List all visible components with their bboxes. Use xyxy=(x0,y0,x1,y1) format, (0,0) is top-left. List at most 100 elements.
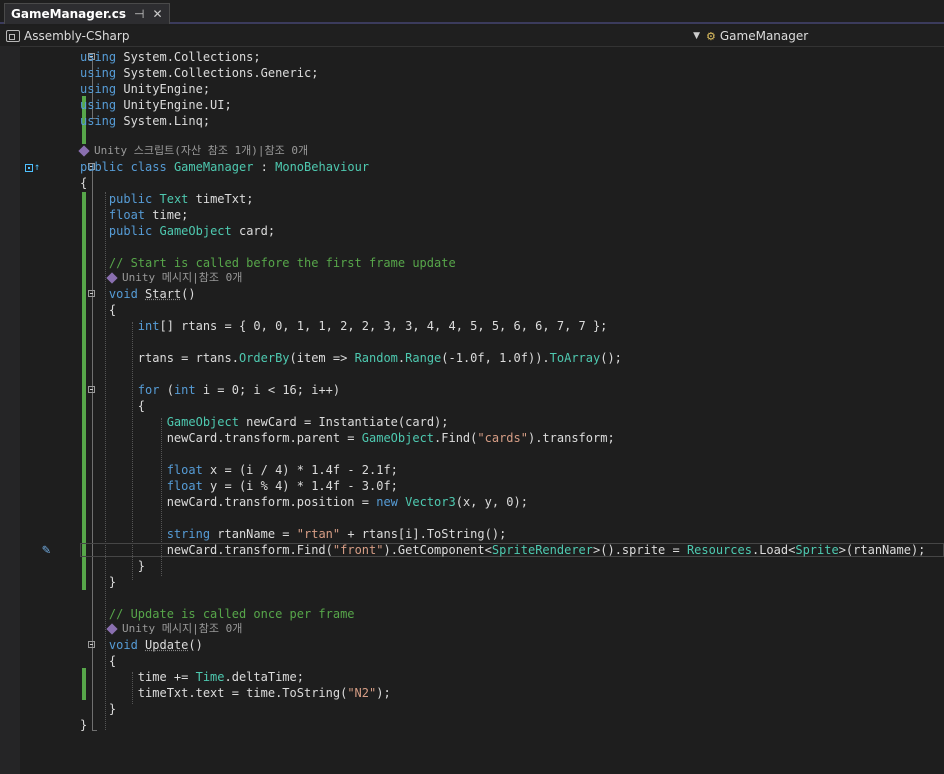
code-line[interactable]: using System.Collections; xyxy=(80,49,261,65)
code-line[interactable]: float y = (i % 4) * 1.4f - 3.0f; xyxy=(80,478,398,494)
code-line[interactable]: int[] rtans = { 0, 0, 1, 1, 2, 2, 3, 3, … xyxy=(80,318,608,334)
chevron-down-icon[interactable]: ▼ xyxy=(693,28,700,44)
code-line-current[interactable]: newCard.transform.Find("front").GetCompo… xyxy=(80,542,926,558)
keyword: class xyxy=(130,160,167,174)
code-line[interactable]: } xyxy=(80,574,116,590)
class-icon: ⚙ xyxy=(706,29,716,43)
navigation-bar: Assembly-CSharp ▼ ⚙ GameManager xyxy=(0,26,944,47)
code-line[interactable]: { xyxy=(80,175,87,191)
code-line[interactable]: using System.Linq; xyxy=(80,113,210,129)
code-line[interactable]: float x = (i / 4) * 1.4f - 2.1f; xyxy=(80,462,398,478)
keyword: string xyxy=(166,527,211,541)
type-name: SpriteRenderer xyxy=(491,543,594,557)
code-line[interactable]: void Update() xyxy=(80,637,203,653)
keyword: int xyxy=(137,319,160,333)
code-text: { xyxy=(80,654,117,668)
pin-icon[interactable]: ⊣ xyxy=(134,7,144,21)
code-line[interactable]: using System.Collections.Generic; xyxy=(80,65,318,81)
code-text: + rtans[i]. xyxy=(340,527,427,541)
code-text: (item => xyxy=(289,351,355,365)
code-text: newCard.transform. xyxy=(80,543,297,557)
implementation-indicator[interactable]: ↑ xyxy=(25,163,40,173)
code-text: } xyxy=(80,702,117,716)
code-line[interactable]: timeTxt.text = time.ToString("N2"); xyxy=(80,685,391,701)
project-label: Assembly-CSharp xyxy=(24,29,130,43)
code-line[interactable]: rtans = rtans.OrderBy(item => Random.Ran… xyxy=(80,350,622,366)
code-line[interactable]: time += Time.deltaTime; xyxy=(80,669,304,685)
codelens-text: Unity 스크립트(자산 참조 1개)|참조 0개 xyxy=(94,144,309,157)
code-text: time += xyxy=(80,670,196,684)
project-dropdown[interactable]: Assembly-CSharp ▼ xyxy=(6,28,702,44)
type-name: Resources xyxy=(686,543,752,557)
code-editor[interactable]: using System.Collections; using System.C… xyxy=(20,46,944,774)
code-comment[interactable]: // Start is called before the first fram… xyxy=(80,255,456,271)
code-line[interactable]: { xyxy=(80,302,116,318)
type-name: MonoBehaviour xyxy=(275,160,370,174)
method-name: ToString xyxy=(282,686,341,700)
code-text: i = 0; i < 16; i++) xyxy=(195,383,341,397)
unity-icon xyxy=(106,623,118,635)
code-text: >().sprite = xyxy=(593,543,687,557)
code-line[interactable]: { xyxy=(80,653,116,669)
code-line[interactable]: } xyxy=(80,558,145,574)
code-line[interactable]: public Text timeTxt; xyxy=(80,191,254,207)
code-line[interactable]: { xyxy=(80,398,145,414)
type-name: Sprite xyxy=(795,543,839,557)
code-line[interactable]: for (int i = 0; i < 16; i++) xyxy=(80,382,340,398)
unity-icon xyxy=(106,272,118,284)
code-line[interactable]: } xyxy=(80,701,116,717)
keyword: new xyxy=(376,495,398,509)
code-text: card; xyxy=(231,224,276,238)
type-name: Random xyxy=(354,351,398,365)
code-line[interactable]: string rtanName = "rtan" + rtans[i].ToSt… xyxy=(80,526,507,542)
tab-gamemanager[interactable]: GameManager.cs ⊣ ✕ xyxy=(4,3,170,24)
code-text: (); xyxy=(600,351,622,365)
type-name: Time xyxy=(195,670,225,684)
keyword: public xyxy=(108,224,153,238)
codelens-update[interactable]: Unity 메시지|참조 0개 xyxy=(106,622,243,636)
keyword: void xyxy=(108,638,138,652)
codelens-class[interactable]: Unity 스크립트(자산 참조 1개)|참조 0개 xyxy=(78,144,309,158)
method-name: OrderBy xyxy=(238,351,290,365)
type-name: Vector3 xyxy=(405,495,456,509)
code-line[interactable]: newCard.transform.parent = GameObject.Fi… xyxy=(80,430,615,446)
keyword: public xyxy=(108,192,153,206)
code-line[interactable]: newCard.transform.position = new Vector3… xyxy=(80,494,528,510)
code-line[interactable]: } xyxy=(80,717,87,733)
code-text: ).transform; xyxy=(527,431,615,445)
code-comment[interactable]: // Update is called once per frame xyxy=(80,606,355,622)
keyword: float xyxy=(108,208,146,222)
method-name: Range xyxy=(405,351,442,365)
code-line[interactable]: public class GameManager : MonoBehaviour xyxy=(80,159,369,175)
code-line[interactable]: float time; xyxy=(80,207,188,223)
string-literal: "N2" xyxy=(347,686,377,700)
class-dropdown[interactable]: ⚙ GameManager xyxy=(706,28,808,44)
code-text: () xyxy=(181,287,196,301)
method-name: ToArray xyxy=(549,351,601,365)
code-line[interactable]: void Start() xyxy=(80,286,196,302)
close-icon[interactable]: ✕ xyxy=(152,7,162,21)
quick-actions-icon[interactable]: ✎ xyxy=(42,542,50,558)
codelens-start[interactable]: Unity 메시지|참조 0개 xyxy=(106,271,242,285)
keyword: using xyxy=(80,98,117,112)
codelens-text: Unity 메시지|참조 0개 xyxy=(122,622,243,635)
method-name: Start xyxy=(145,287,182,301)
method-name: ToString xyxy=(426,527,485,541)
keyword: using xyxy=(80,114,117,128)
code-text: >(rtanName); xyxy=(838,543,926,557)
code-text: () xyxy=(188,638,203,652)
code-text: { xyxy=(80,176,88,190)
code-line[interactable]: using UnityEngine; xyxy=(80,81,210,97)
code-line[interactable]: GameObject newCard = Instantiate(card); xyxy=(80,414,449,430)
code-text: } xyxy=(80,718,88,732)
code-line[interactable]: using UnityEngine.UI; xyxy=(80,97,232,113)
keyword: float xyxy=(166,463,203,477)
code-line[interactable]: public GameObject card; xyxy=(80,223,275,239)
